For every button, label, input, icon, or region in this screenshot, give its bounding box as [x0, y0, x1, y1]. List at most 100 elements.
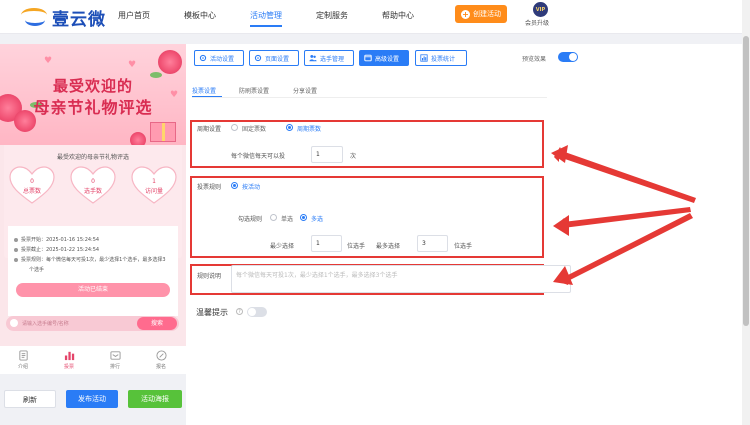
scrollbar-thumb[interactable]: [743, 36, 749, 326]
vip-icon[interactable]: VIP: [533, 2, 548, 17]
tab-signup[interactable]: 报名: [146, 350, 176, 370]
search-icon: [10, 319, 18, 327]
tab-label: 页面设置: [265, 55, 290, 63]
heart-icon: [9, 166, 55, 204]
create-activity-label: 创建活动: [473, 10, 501, 18]
top-navbar: 壹云微 用户首页 模板中心 活动管理 定制服务 帮助中心 + 创建活动 VIP …: [0, 0, 750, 34]
tab-label: 投票统计: [431, 55, 456, 63]
vote-rule-label: 投票规则: [197, 184, 222, 191]
activity-title: 最受欢迎的母亲节礼物评选: [56, 154, 129, 161]
tab-label: 选手管理: [320, 55, 345, 63]
period-votes-label[interactable]: 周期票数: [297, 124, 321, 133]
nav-item-custom[interactable]: 定制服务: [316, 10, 348, 21]
subtab-anti-fraud[interactable]: 防刷票设置: [239, 86, 269, 95]
stat-visits: 1 访问量: [130, 165, 178, 205]
stat-value: 0: [30, 178, 34, 185]
tab-advanced-settings[interactable]: 高级设置: [359, 50, 409, 66]
preview-effect-label: 预览效果: [522, 56, 547, 63]
subtab-vote-settings[interactable]: 投票设置: [192, 86, 216, 95]
stat-value: 0: [91, 178, 95, 185]
edit-icon: [155, 350, 167, 361]
plus-icon: +: [461, 9, 470, 19]
preview-tabbar: 介绍 投票 排行 报名: [0, 346, 186, 374]
tab-vote-statistics[interactable]: 投票统计: [415, 50, 467, 66]
contestant-search-bar: 搜索: [6, 316, 179, 331]
ranking-icon: [109, 351, 121, 360]
vote-info-box: 投票开始：2025-01-16 15:24:54 投票截止：2025-01-22…: [8, 226, 178, 316]
fixed-votes-label[interactable]: 固定票数: [242, 124, 266, 133]
tab-label: 活动设置: [210, 55, 235, 63]
vip-upgrade-label[interactable]: 会员升级: [525, 18, 549, 27]
heart-icon: ♥: [128, 60, 137, 70]
vote-rule-text: 投票规则：每个微信每天可投1次，最少选择1个选手，最多选择3: [14, 256, 166, 263]
subtab-divider: [192, 97, 547, 98]
tab-contestant-management[interactable]: 选手管理: [304, 50, 354, 66]
banner-title-line2: 母亲节礼物评选: [33, 98, 153, 117]
heart-icon: [131, 166, 177, 204]
bar-chart-icon: [420, 54, 428, 62]
max-select-input[interactable]: [417, 235, 448, 252]
window-icon: [364, 54, 372, 62]
min-unit-label: 位选手: [347, 243, 366, 250]
tab-vote[interactable]: 投票: [54, 350, 84, 370]
activity-ended-button[interactable]: 活动已结束: [16, 283, 170, 297]
subtab-active-underline: [192, 96, 222, 97]
heart-icon: [70, 166, 116, 204]
gift-icon: [150, 122, 176, 142]
bar-chart-icon: [64, 351, 74, 361]
page-scrollbar[interactable]: [742, 0, 750, 425]
tab-intro[interactable]: 介绍: [8, 350, 38, 370]
radio-by-activity[interactable]: [231, 182, 238, 189]
nav-item-activity[interactable]: 活动管理: [250, 10, 282, 21]
radio-fixed-votes[interactable]: [231, 124, 238, 131]
radio-period-votes[interactable]: [286, 124, 293, 131]
min-select-label: 最少选择: [270, 243, 295, 250]
rule-description-textarea[interactable]: [231, 265, 571, 293]
vote-end-time: 投票截止：2025-01-22 15:24:54: [14, 246, 99, 253]
stat-label: 访问量: [144, 188, 163, 195]
search-button[interactable]: 搜索: [137, 317, 177, 330]
activity-poster-button[interactable]: 活动海报: [128, 390, 182, 408]
stat-label: 总票数: [22, 188, 41, 195]
flower-icon: [158, 50, 182, 74]
tab-ranking[interactable]: 排行: [100, 350, 130, 370]
logo[interactable]: 壹云微: [20, 5, 106, 30]
period-settings-label: 周期设置: [197, 126, 222, 133]
vote-rule-text-cont: 个选手: [29, 267, 45, 273]
tab-label: 介绍: [17, 364, 28, 370]
nav-item-help[interactable]: 帮助中心: [382, 10, 414, 21]
multi-choice-label[interactable]: 多选: [311, 214, 323, 223]
users-icon: [309, 54, 317, 62]
radio-multi-choice[interactable]: [300, 214, 307, 221]
tab-activity-settings[interactable]: 活动设置: [194, 50, 244, 66]
nav-active-underline: [250, 25, 282, 27]
contestant-search-input[interactable]: [22, 318, 122, 329]
radio-single-choice[interactable]: [270, 214, 277, 221]
subtab-share-settings[interactable]: 分享设置: [293, 86, 317, 95]
stat-total-votes: 0 总票数: [8, 165, 56, 205]
nav-item-home[interactable]: 用户首页: [118, 10, 150, 21]
refresh-button[interactable]: 刷新: [4, 390, 56, 408]
daily-vote-count-input[interactable]: [311, 146, 343, 163]
preview-effect-toggle[interactable]: [558, 52, 578, 62]
by-activity-label[interactable]: 按活动: [242, 182, 260, 191]
stat-contestants: 0 选手数: [69, 165, 117, 205]
tips-label: 温馨提示: [196, 308, 228, 317]
nav-item-templates[interactable]: 模板中心: [184, 10, 216, 21]
mobile-preview: ♥ ♥ ♥ 最受欢迎的 母亲节礼物评选 最受欢迎的母亲节礼物评选 0 总票数 0…: [0, 44, 186, 346]
single-choice-label[interactable]: 单选: [281, 214, 293, 223]
times-unit-label: 次: [350, 153, 357, 160]
gear-icon: [254, 54, 262, 62]
tips-toggle[interactable]: [247, 307, 267, 317]
doc-icon: [18, 350, 28, 361]
tab-page-settings[interactable]: 页面设置: [249, 50, 299, 66]
publish-activity-button[interactable]: 发布活动: [66, 390, 118, 408]
check-rule-label: 勾选规则: [238, 216, 263, 223]
logo-text: 壹云微: [52, 9, 106, 30]
help-icon[interactable]: ?: [236, 308, 243, 315]
create-activity-button[interactable]: + 创建活动: [455, 5, 507, 23]
min-select-input[interactable]: [311, 235, 342, 252]
settings-panel: 活动设置 页面设置 选手管理 高级设置 投票统计 预览效果 投票设置 防刷票设置…: [186, 44, 750, 425]
tab-label: 高级设置: [375, 55, 400, 63]
rule-description-label: 规则说明: [197, 273, 222, 280]
